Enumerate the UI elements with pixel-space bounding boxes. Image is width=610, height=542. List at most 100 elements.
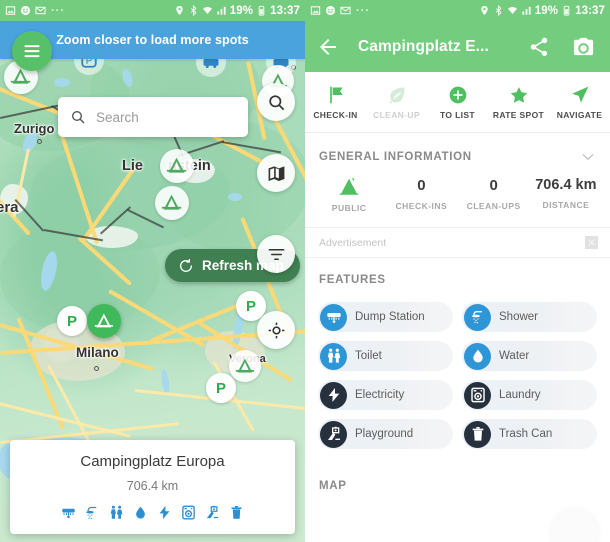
general-information-header: GENERAL INFORMATION [305, 133, 610, 175]
floating-action-button[interactable] [552, 510, 598, 542]
search-icon [71, 110, 85, 124]
feature-label: Water [499, 350, 530, 362]
dump-station-icon [62, 508, 75, 519]
map-controls [257, 83, 295, 349]
stat-label: CLEAN-UPS [466, 201, 521, 211]
playground-icon [206, 505, 219, 519]
map-marker-campsite[interactable] [155, 186, 189, 220]
features-header: FEATURES [305, 258, 610, 298]
mail-icon [340, 5, 351, 16]
action-label: TO LIST [440, 109, 475, 120]
feature-toilet[interactable]: Toilet [318, 341, 453, 371]
map-layers-button[interactable] [257, 154, 295, 192]
share-icon[interactable] [528, 36, 550, 58]
signal-icon [521, 5, 532, 16]
action-rate-spot[interactable]: RATE SPOT [488, 72, 549, 132]
playground-icon [320, 420, 347, 448]
shower-icon [464, 303, 491, 331]
feature-electricity[interactable]: Electricity [318, 380, 453, 410]
map-locate-button[interactable] [257, 311, 295, 349]
feature-laundry[interactable]: Laundry [462, 380, 597, 410]
action-clean-up[interactable]: CLEAN-UP [366, 72, 427, 132]
app-smiley-icon [20, 5, 31, 16]
spot-preview-card[interactable]: Campingplatz Europa 706.4 km [10, 440, 295, 534]
action-check-in[interactable]: CHECK-IN [305, 72, 366, 132]
place-label-zurigo: Zurigo [14, 121, 55, 136]
location-icon [479, 5, 490, 16]
spot-distance: 706.4 km [126, 479, 179, 493]
toilet-icon [320, 342, 347, 370]
refresh-icon [180, 258, 192, 272]
feature-row: Dump Station Shower [318, 302, 597, 332]
stat-label: DISTANCE [542, 200, 590, 210]
feature-playground[interactable]: Playground [318, 419, 453, 449]
action-navigate[interactable]: NAVIGATE [549, 72, 610, 132]
map-filter-button[interactable] [257, 235, 295, 273]
feature-row: Toilet Water [318, 341, 597, 371]
advertisement-bar[interactable]: Advertisement [305, 228, 610, 258]
wifi-icon [202, 5, 213, 16]
wifi-icon [507, 5, 518, 16]
advertisement-close-button[interactable] [585, 236, 598, 249]
app-screen: ··· 19% 13:37 Zurigo era Lie Milano P P … [0, 0, 610, 542]
back-arrow-icon[interactable] [316, 35, 340, 59]
feature-label: Shower [499, 311, 538, 323]
magnifier-icon [268, 94, 284, 110]
location-icon [174, 5, 185, 16]
feature-label: Electricity [355, 389, 405, 401]
spot-feature-icons [20, 505, 285, 520]
collapse-toggle[interactable] [580, 149, 596, 165]
feature-row: Electricity Laundry [318, 380, 597, 410]
battery-percent: 19% [229, 4, 254, 17]
feature-dump-station[interactable]: Dump Station [318, 302, 453, 332]
action-label: RATE SPOT [492, 109, 545, 120]
map-marker-parking[interactable]: P [206, 373, 236, 403]
overflow-dots-icon: ··· [356, 4, 370, 17]
spot-title: Campingplatz Europa [80, 453, 225, 470]
tent-icon [338, 177, 360, 196]
page-title: Campingplatz E... [358, 37, 489, 55]
map-marker-campsite[interactable] [160, 149, 194, 183]
laundry-icon [464, 381, 491, 409]
search-input[interactable]: Search [58, 97, 248, 137]
app-bar: Campingplatz E... [305, 21, 610, 72]
map-search-button[interactable] [257, 83, 295, 121]
hamburger-menu-button[interactable] [12, 31, 52, 71]
feature-row: Playground Trash Can [318, 419, 597, 449]
trash-can-icon [231, 506, 242, 519]
map-marker-parking[interactable]: P [57, 306, 87, 336]
map-marker-campsite[interactable] [229, 350, 261, 382]
shower-icon [86, 506, 97, 520]
place-label-svizzera: era [0, 199, 19, 216]
status-bar-system-icons: 19% 13:37 [479, 5, 605, 17]
action-to-list[interactable]: TO LIST [427, 72, 488, 132]
map-layers-icon [268, 165, 284, 181]
feature-label: Laundry [499, 389, 541, 401]
feature-water[interactable]: Water [462, 341, 597, 371]
feature-label: Playground [355, 428, 414, 440]
filter-icon [268, 248, 284, 260]
section-title-map: MAP [319, 480, 347, 492]
stat-clean-ups: 0 CLEAN-UPS [458, 177, 530, 213]
camera-icon[interactable] [572, 35, 595, 58]
crosshair-icon [268, 322, 284, 338]
feature-shower[interactable]: Shower [462, 302, 597, 332]
overflow-dots-icon: ··· [51, 4, 65, 17]
electricity-icon [320, 381, 347, 409]
map-marker-selected-spot[interactable] [87, 304, 121, 338]
star-icon [510, 86, 527, 103]
status-bar-notification-icons: ··· [5, 5, 65, 17]
stat-value: 706.4 km [535, 177, 597, 193]
hamburger-menu-icon [24, 45, 40, 58]
feature-trash-can[interactable]: Trash Can [462, 419, 597, 449]
feature-label: Dump Station [355, 311, 425, 323]
navigate-arrow-icon [571, 86, 588, 103]
app-smiley-icon [325, 5, 336, 16]
battery-icon [561, 5, 572, 16]
clock-time: 13:37 [575, 4, 605, 17]
place-dot [94, 366, 99, 371]
map-canvas[interactable]: Zurigo era Lie nstein Monde di Bavie Mil… [0, 21, 305, 542]
feature-label: Trash Can [499, 428, 553, 440]
quick-actions-bar: CHECK-IN CLEAN-UP TO LIST RATE SPOT NAVI… [305, 72, 610, 133]
place-dot [37, 139, 42, 144]
